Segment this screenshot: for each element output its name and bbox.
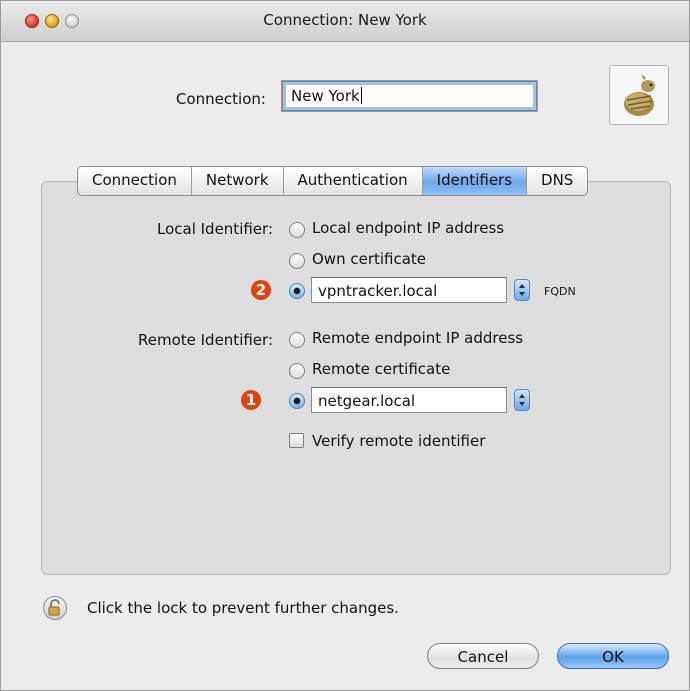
lock-button[interactable] [43, 596, 67, 620]
remote-certificate-radio[interactable] [289, 363, 305, 379]
local-fqdn-radio[interactable] [289, 283, 305, 299]
tab-content-panel [41, 181, 671, 575]
local-identifier-field[interactable]: vpntracker.local [311, 277, 507, 303]
local-identifier-type-stepper[interactable] [514, 279, 530, 301]
text-cursor [360, 87, 362, 104]
step-2-badge: 2 [251, 280, 271, 300]
connection-name-label: Connection: [176, 90, 266, 108]
local-identifier-type-label: FQDN [544, 285, 576, 298]
local-endpoint-ip-label[interactable]: Local endpoint IP address [312, 219, 504, 237]
local-identifier-label: Local Identifier: [156, 220, 273, 238]
tab-dns[interactable]: DNS [527, 167, 587, 195]
own-certificate-label[interactable]: Own certificate [312, 250, 426, 268]
tab-bar: Connection Network Authentication Identi… [77, 166, 589, 196]
verify-remote-identifier-checkbox[interactable] [289, 433, 304, 448]
own-certificate-radio[interactable] [289, 253, 305, 269]
ok-button[interactable]: OK [557, 643, 669, 669]
lock-message: Click the lock to prevent further change… [87, 599, 399, 617]
tab-identifiers[interactable]: Identifiers [422, 167, 528, 195]
tab-network[interactable]: Network [192, 167, 284, 195]
remote-identifier-label: Remote Identifier: [137, 331, 273, 349]
connection-icon-well[interactable] [609, 65, 669, 125]
local-endpoint-ip-radio[interactable] [289, 222, 305, 238]
preferences-window: Connection: New York Connection: New Yor… [0, 0, 690, 691]
step-1-badge: 1 [241, 390, 261, 410]
remote-fqdn-radio[interactable] [289, 393, 305, 409]
remote-identifier-field[interactable]: netgear.local [311, 387, 507, 413]
remote-endpoint-ip-label[interactable]: Remote endpoint IP address [312, 329, 523, 347]
window-title: Connection: New York [263, 11, 427, 29]
connection-name-value: New York [291, 87, 360, 105]
tab-authentication[interactable]: Authentication [284, 167, 423, 195]
armadillo-icon [624, 74, 655, 116]
remote-endpoint-ip-radio[interactable] [289, 332, 305, 348]
verify-remote-identifier-label[interactable]: Verify remote identifier [312, 432, 485, 450]
remote-identifier-type-stepper[interactable] [514, 389, 530, 411]
connection-name-field[interactable]: New York [282, 81, 537, 111]
unlocked-padlock-icon [48, 599, 60, 616]
cancel-button[interactable]: Cancel [427, 643, 539, 669]
tab-connection[interactable]: Connection [78, 167, 192, 195]
remote-certificate-label[interactable]: Remote certificate [312, 360, 450, 378]
title-bar[interactable]: Connection: New York [1, 1, 689, 42]
